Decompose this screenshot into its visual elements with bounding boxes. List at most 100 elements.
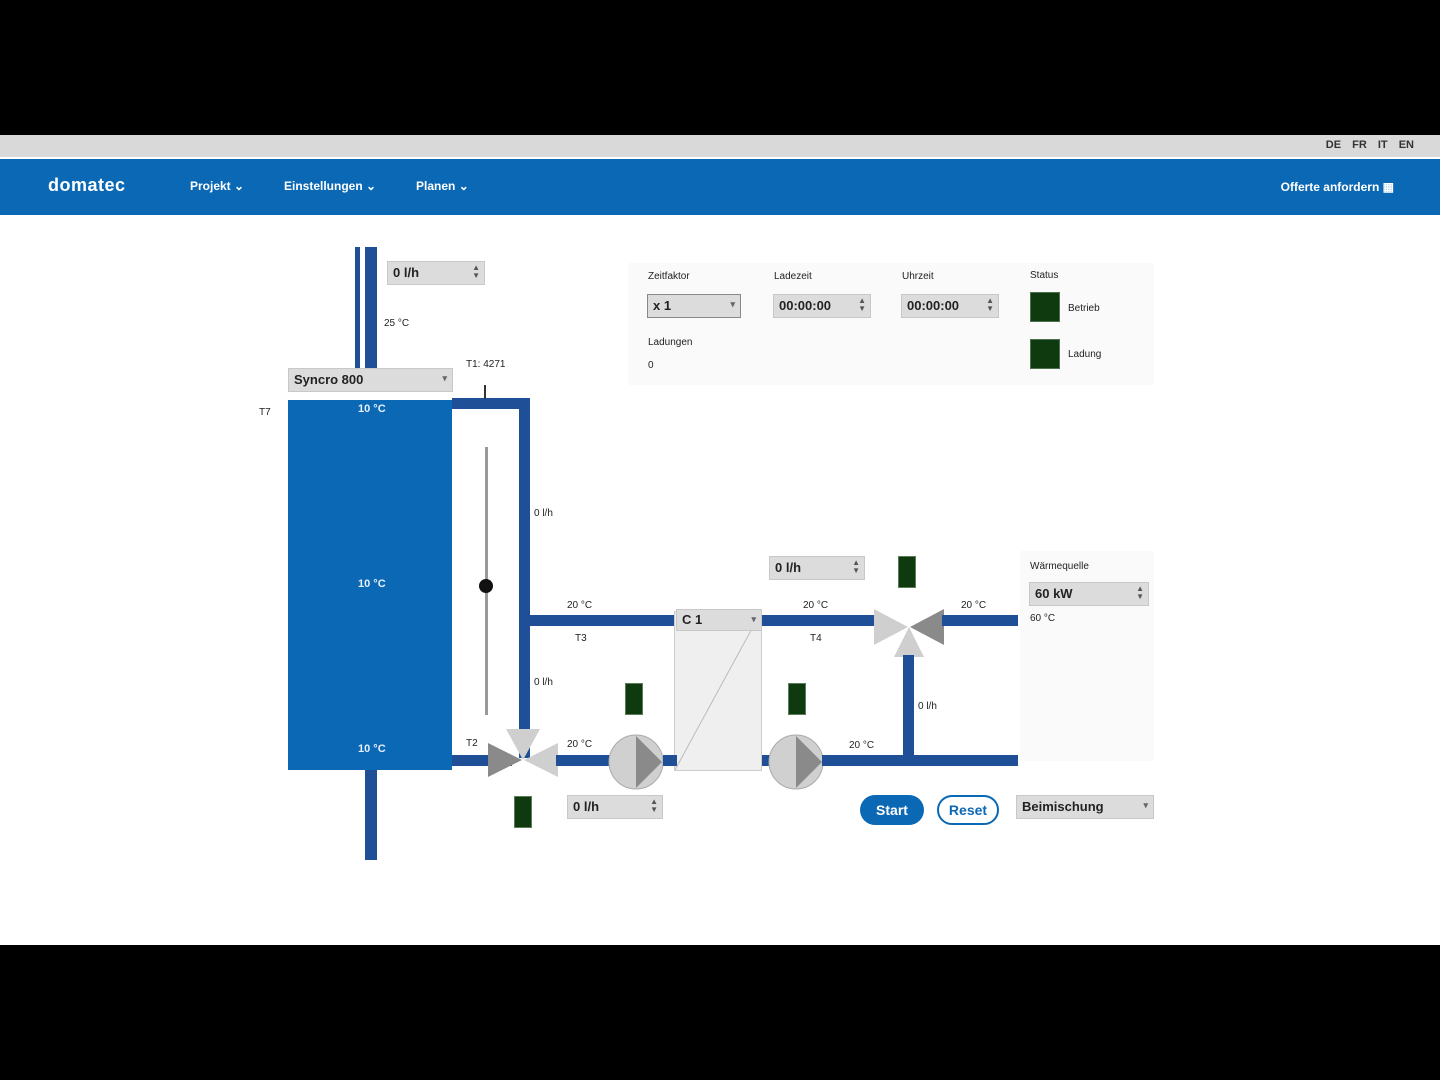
nav-einstellungen[interactable]: Einstellungen ⌄ xyxy=(284,179,376,193)
tank-top-temp: 10 °C xyxy=(358,403,386,415)
top-temp-label: 25 °C xyxy=(384,318,410,329)
mid-flow-value: 0 l/h xyxy=(775,560,802,575)
status-ladung-indicator xyxy=(1030,339,1060,369)
tank-slider-handle[interactable] xyxy=(479,579,493,593)
valve-left-indicator xyxy=(514,796,532,828)
zeitfaktor-value: x 1 xyxy=(653,298,672,313)
navbar: domatec Projekt ⌄ Einstellungen ⌄ Planen… xyxy=(0,159,1440,215)
t7-label: T7 xyxy=(259,407,271,418)
chevron-down-icon: ▾ xyxy=(442,373,447,383)
bottom-flow-value: 0 l/h xyxy=(573,799,600,814)
spinner-arrows-icon[interactable]: ▲ ▼ xyxy=(852,559,860,575)
waermequelle-value: 60 kW xyxy=(1035,586,1073,601)
status-betrieb-indicator xyxy=(1030,292,1060,322)
uhrzeit-label: Uhrzeit xyxy=(902,271,934,282)
top-flow-input[interactable]: 0 l/h ▲ ▼ xyxy=(387,261,485,285)
offerte-link[interactable]: Offerte anfordern ▦ xyxy=(1281,180,1394,194)
uhrzeit-value: 00:00:00 xyxy=(907,298,960,313)
pipe-to-hx-upper xyxy=(530,615,676,626)
pump-right-icon[interactable] xyxy=(768,734,824,790)
hx-model-value: C 1 xyxy=(682,612,703,627)
lang-en[interactable]: EN xyxy=(1399,139,1414,151)
bottom-temp-left: 20 °C xyxy=(567,739,593,750)
reset-button[interactable]: Reset xyxy=(937,795,999,825)
pipe-pump1-to-hx xyxy=(663,755,677,766)
status-betrieb-label: Betrieb xyxy=(1068,303,1100,314)
status-ladung-label: Ladung xyxy=(1068,349,1102,360)
t4-temp: 20 °C xyxy=(803,600,829,611)
chevron-down-icon: ⌄ xyxy=(458,179,469,193)
right-pipe-flow-upper: 0 l/h xyxy=(534,508,553,519)
spinner-arrows-icon[interactable]: ▲ ▼ xyxy=(650,798,658,814)
vertical-right-flow: 0 l/h xyxy=(918,701,937,712)
bottom-flow-input[interactable]: 0 l/h ▲ ▼ xyxy=(567,795,663,819)
nav-einstellungen-label: Einstellungen xyxy=(284,179,363,193)
pump-left-indicator xyxy=(625,683,643,715)
waermequelle-temp: 60 °C xyxy=(1030,613,1056,624)
offerte-label: Offerte anfordern xyxy=(1280,180,1380,194)
spinner-arrows-icon[interactable]: ▲ ▼ xyxy=(1136,585,1144,601)
mid-flow-input[interactable]: 0 l/h ▲ ▼ xyxy=(769,556,865,580)
tank-bottom-temp: 10 °C xyxy=(358,743,386,755)
heat-exchanger xyxy=(674,611,762,771)
ladungen-value: 0 xyxy=(648,360,654,371)
hx-model-select[interactable]: C 1 ▾ xyxy=(676,609,762,631)
chevron-down-icon: ▾ xyxy=(1143,800,1148,810)
pipe-top-thin xyxy=(355,247,360,369)
top-strip: DE FR IT EN xyxy=(0,135,1440,157)
mode-select[interactable]: Beimischung ▾ xyxy=(1016,795,1154,819)
chevron-down-icon: ▾ xyxy=(730,299,735,309)
mixing-valve-right-icon[interactable] xyxy=(874,597,944,657)
lang-fr[interactable]: FR xyxy=(1352,139,1367,151)
tank-mid-temp: 10 °C xyxy=(358,578,386,590)
pipe-tank-bottom-out xyxy=(365,770,377,860)
pump-right-indicator xyxy=(788,683,806,715)
nav-projekt-label: Projekt xyxy=(190,179,231,193)
top-flow-value: 0 l/h xyxy=(393,265,420,280)
spinner-arrows-icon[interactable]: ▲ ▼ xyxy=(986,297,994,313)
pump-left-icon[interactable] xyxy=(608,734,664,790)
status-label: Status xyxy=(1030,270,1059,281)
logo[interactable]: domatec xyxy=(48,175,126,196)
ladezeit-input[interactable]: 00:00:00 ▲ ▼ xyxy=(773,294,871,318)
pipe-right-riser xyxy=(903,655,914,759)
lang-it[interactable]: IT xyxy=(1378,139,1388,151)
chevron-down-icon: ⌄ xyxy=(234,179,245,193)
t3-temp: 20 °C xyxy=(567,600,593,611)
nav-planen[interactable]: Planen ⌄ xyxy=(416,179,469,193)
t3-label: T3 xyxy=(575,633,587,644)
document-icon: ▦ xyxy=(1382,180,1394,194)
app-screen: DE FR IT EN domatec Projekt ⌄ Einstellun… xyxy=(0,135,1440,945)
tank-model-select[interactable]: Syncro 800 ▾ xyxy=(288,368,453,392)
language-selector: DE FR IT EN xyxy=(1318,139,1414,151)
right-pipe-flow-lower: 0 l/h xyxy=(534,677,553,688)
spinner-arrows-icon[interactable]: ▲ ▼ xyxy=(472,264,480,280)
right-temp: 20 °C xyxy=(961,600,987,611)
valve-right-indicator xyxy=(898,556,916,588)
waermequelle-input[interactable]: 60 kW ▲ ▼ xyxy=(1029,582,1149,606)
zeitfaktor-label: Zeitfaktor xyxy=(648,271,690,282)
tank-model-value: Syncro 800 xyxy=(294,372,364,387)
t4-label: T4 xyxy=(810,633,822,644)
uhrzeit-input[interactable]: 00:00:00 ▲ ▼ xyxy=(901,294,999,318)
waermequelle-label: Wärmequelle xyxy=(1030,561,1089,572)
pipe-top-inlet xyxy=(365,247,377,369)
t1-label: T1: 4271 xyxy=(466,359,506,370)
spinner-arrows-icon[interactable]: ▲ ▼ xyxy=(858,297,866,313)
pipe-right-vertical xyxy=(519,398,530,758)
chevron-down-icon: ▾ xyxy=(751,614,756,624)
zeitfaktor-select[interactable]: x 1 ▾ xyxy=(647,294,741,318)
pipe-bottom-return xyxy=(822,755,1018,766)
bottom-temp-right: 20 °C xyxy=(849,740,875,751)
pipe-bottom-to-pump1 xyxy=(556,755,612,766)
controls-panel xyxy=(628,263,1154,385)
ladezeit-label: Ladezeit xyxy=(774,271,812,282)
t2-label: T2 xyxy=(466,738,478,749)
nav-projekt[interactable]: Projekt ⌄ xyxy=(190,179,244,193)
start-button[interactable]: Start xyxy=(860,795,924,825)
ladungen-label: Ladungen xyxy=(648,337,693,348)
mixing-valve-left-icon[interactable] xyxy=(488,729,558,791)
chevron-down-icon: ⌄ xyxy=(366,179,377,193)
lang-de[interactable]: DE xyxy=(1326,139,1341,151)
t1-sensor-line xyxy=(484,385,486,399)
